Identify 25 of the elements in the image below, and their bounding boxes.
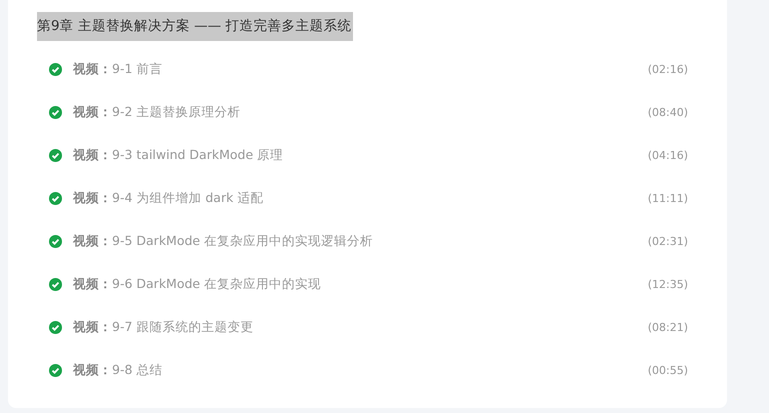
lesson-link[interactable]: 9-2 主题替换原理分析 <box>112 104 648 121</box>
type-label: 视频： <box>73 147 112 164</box>
type-label: 视频： <box>73 276 112 293</box>
type-label: 视频： <box>73 104 112 121</box>
lesson-duration: (11:11) <box>648 192 688 205</box>
lesson-link[interactable]: 9-4 为组件增加 dark 适配 <box>112 190 648 207</box>
lesson-duration: (12:35) <box>648 278 688 291</box>
type-label: 视频： <box>73 233 112 250</box>
lesson-link[interactable]: 9-1 前言 <box>112 61 648 78</box>
lesson-duration: (08:21) <box>648 321 688 334</box>
lesson-duration: (00:55) <box>648 364 688 377</box>
lesson-link[interactable]: 9-5 DarkMode 在复杂应用中的实现逻辑分析 <box>112 233 648 250</box>
lesson-link[interactable]: 9-3 tailwind DarkMode 原理 <box>112 147 648 164</box>
chapter-title: 第9章 主题替换解决方案 —— 打造完善多主题系统 <box>37 12 354 41</box>
lesson-duration: (04:16) <box>648 149 688 162</box>
lesson-link[interactable]: 9-6 DarkMode 在复杂应用中的实现 <box>112 276 648 293</box>
lesson-link[interactable]: 9-7 跟随系统的主题变更 <box>112 319 648 336</box>
lesson-duration: (08:40) <box>648 106 688 119</box>
type-label: 视频： <box>73 190 112 207</box>
type-label: 视频： <box>73 61 112 78</box>
type-label: 视频： <box>73 362 112 379</box>
type-label: 视频： <box>73 319 112 336</box>
lesson-duration: (02:16) <box>648 63 688 76</box>
lesson-link[interactable]: 9-8 总结 <box>112 362 648 379</box>
lesson-duration: (02:31) <box>648 235 688 248</box>
